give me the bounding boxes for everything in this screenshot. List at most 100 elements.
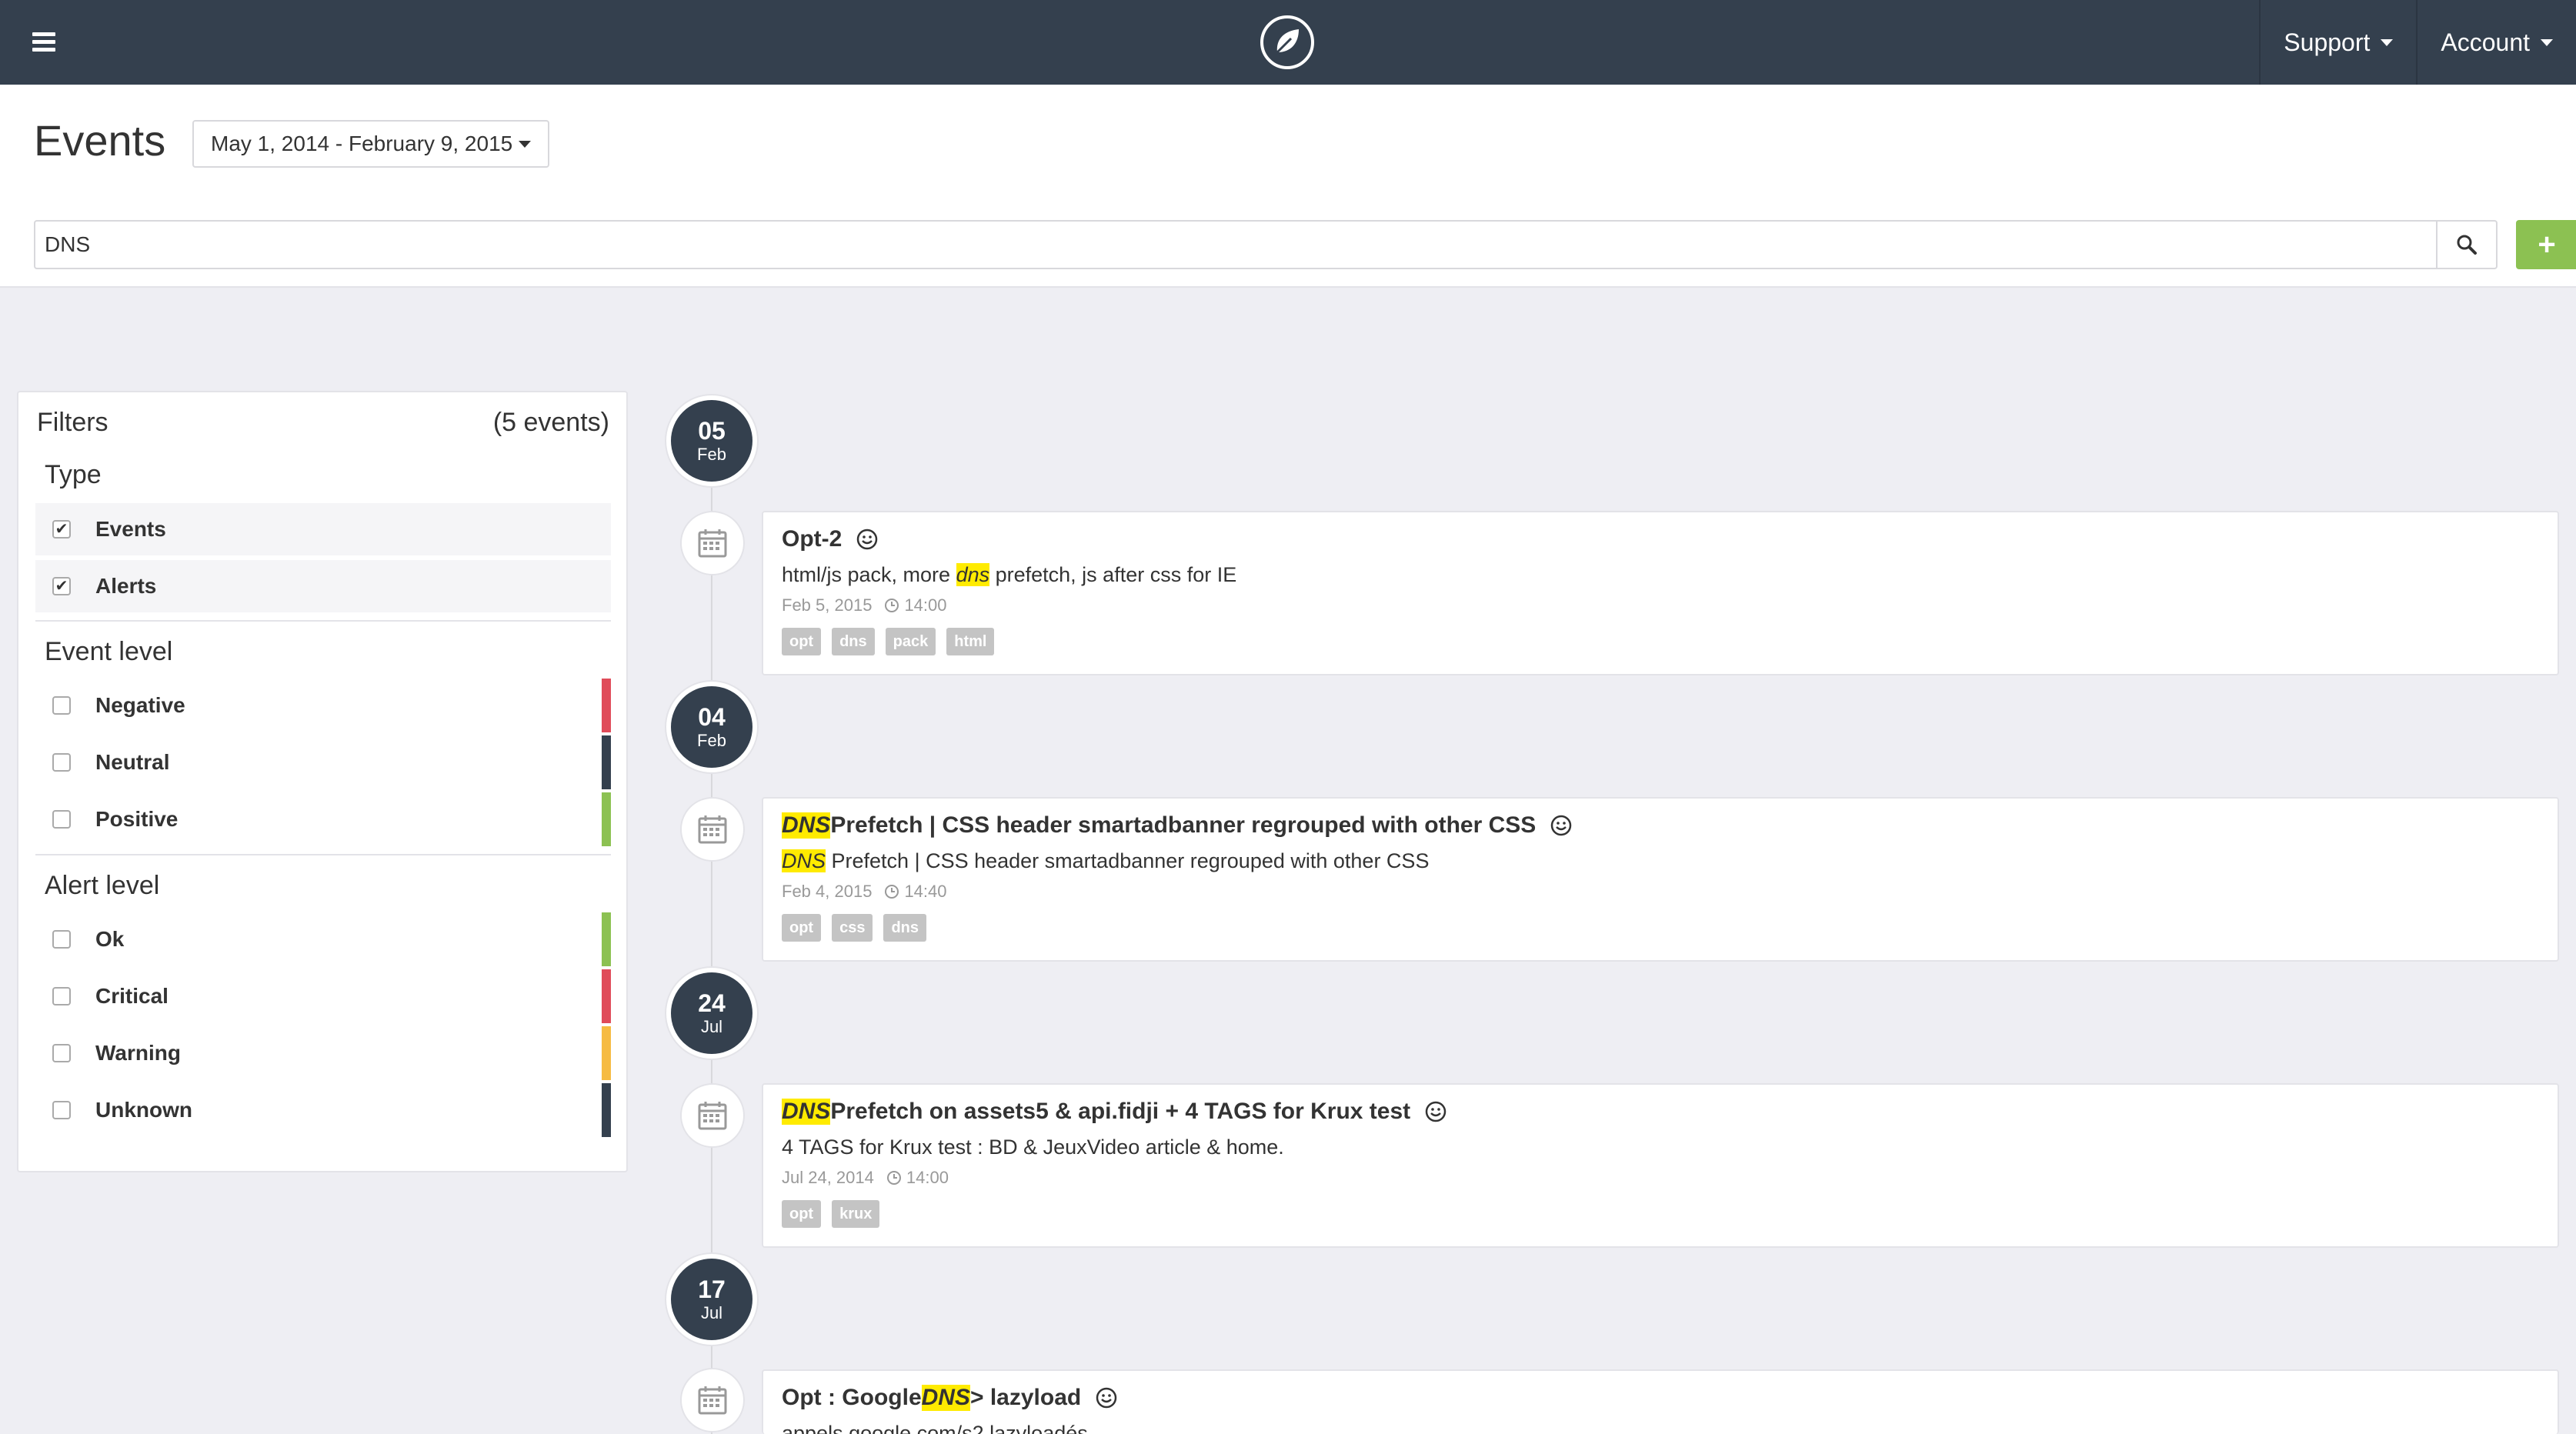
type-section-title: Type bbox=[45, 460, 102, 489]
account-menu[interactable]: Account bbox=[2416, 0, 2576, 85]
chevron-down-icon bbox=[2541, 38, 2553, 46]
date-range-label: May 1, 2014 - February 9, 2015 bbox=[211, 132, 513, 155]
tag[interactable]: css bbox=[832, 914, 873, 942]
title-text: Opt : Google bbox=[782, 1385, 922, 1410]
page-header: Events May 1, 2014 - February 9, 2015 + bbox=[0, 85, 2576, 288]
unknown-checkbox[interactable] bbox=[52, 1101, 71, 1119]
event-date: Jul 24, 2014 bbox=[782, 1168, 874, 1187]
events-checkbox[interactable]: ✔ bbox=[52, 520, 71, 539]
ok-checkbox[interactable] bbox=[52, 930, 71, 949]
level-color-bar bbox=[602, 735, 611, 789]
negative-checkbox[interactable] bbox=[52, 696, 71, 715]
event-title[interactable]: DNS Prefetch | CSS header smartadbanner … bbox=[782, 812, 1573, 839]
event-meta: Jul 24, 2014 14:00 bbox=[782, 1168, 949, 1188]
tag[interactable]: dns bbox=[832, 628, 875, 655]
filter-event-negative[interactable]: Negative bbox=[35, 679, 611, 732]
page-title: Events bbox=[34, 116, 166, 165]
event-card[interactable]: Opt-2 html/js pack, more dns prefetch, j… bbox=[762, 511, 2559, 675]
support-menu[interactable]: Support bbox=[2259, 0, 2416, 85]
filter-alert-ok[interactable]: Ok bbox=[35, 912, 611, 966]
alert-level-section-title: Alert level bbox=[45, 871, 160, 900]
date-month: Feb bbox=[697, 445, 726, 464]
date-day: 05 bbox=[698, 417, 726, 445]
filter-label: Positive bbox=[95, 807, 179, 831]
event-date: Feb 4, 2015 bbox=[782, 882, 873, 901]
tag[interactable]: krux bbox=[832, 1200, 880, 1228]
tag[interactable]: pack bbox=[885, 628, 936, 655]
smile-icon bbox=[1551, 815, 1572, 836]
date-day: 04 bbox=[698, 703, 726, 731]
calendar-icon bbox=[680, 1083, 745, 1148]
level-color-bar bbox=[602, 1083, 611, 1137]
tag[interactable]: dns bbox=[883, 914, 927, 942]
title-text: Prefetch on assets5 & api.fidji + 4 TAGS… bbox=[830, 1099, 1411, 1124]
calendar-icon bbox=[680, 1368, 745, 1432]
tag[interactable]: html bbox=[946, 628, 995, 655]
alerts-checkbox[interactable]: ✔ bbox=[52, 577, 71, 595]
warning-checkbox[interactable] bbox=[52, 1044, 71, 1062]
divider bbox=[35, 854, 611, 855]
chevron-down-icon bbox=[2381, 38, 2394, 46]
event-title[interactable]: DNS Prefetch on assets5 & api.fidji + 4 … bbox=[782, 1099, 1447, 1125]
smile-icon bbox=[857, 529, 878, 550]
date-badge: 04 Feb bbox=[665, 680, 759, 774]
calendar-icon bbox=[680, 511, 745, 575]
event-title[interactable]: Opt-2 bbox=[782, 526, 879, 552]
search-button[interactable] bbox=[2436, 220, 2498, 269]
level-color-bar bbox=[602, 1026, 611, 1080]
title-highlight: DNS bbox=[782, 1099, 831, 1125]
date-badge: 05 Feb bbox=[665, 394, 759, 488]
clock-icon bbox=[885, 599, 899, 612]
filter-event-positive[interactable]: Positive bbox=[35, 792, 611, 846]
event-title[interactable]: Opt : Google DNS > lazyload bbox=[782, 1385, 1118, 1411]
hamburger-icon[interactable] bbox=[32, 32, 55, 52]
add-event-button[interactable]: + bbox=[2516, 220, 2576, 269]
date-badge: 17 Jul bbox=[665, 1252, 759, 1346]
neutral-checkbox[interactable] bbox=[52, 753, 71, 772]
filter-label: Ok bbox=[95, 927, 125, 951]
event-description: DNS Prefetch | CSS header smartadbanner … bbox=[782, 849, 1429, 873]
filter-alert-warning[interactable]: Warning bbox=[35, 1026, 611, 1080]
positive-checkbox[interactable] bbox=[52, 810, 71, 829]
desc-text: prefetch, js after css for IE bbox=[989, 563, 1237, 586]
event-date: Feb 5, 2015 bbox=[782, 595, 873, 615]
filter-type-alerts[interactable]: ✔ Alerts bbox=[35, 560, 611, 612]
search-icon bbox=[2457, 235, 2477, 255]
filter-event-neutral[interactable]: Neutral bbox=[35, 735, 611, 789]
filter-label: Warning bbox=[95, 1041, 181, 1065]
filter-type-events[interactable]: ✔ Events bbox=[35, 503, 611, 555]
leaf-logo-icon[interactable] bbox=[1259, 14, 1316, 71]
event-description: 4 TAGS for Krux test : BD & JeuxVideo ar… bbox=[782, 1136, 1284, 1159]
level-color-bar bbox=[602, 969, 611, 1023]
tag[interactable]: opt bbox=[782, 914, 822, 942]
event-card[interactable]: Opt : Google DNS > lazyload appels googl… bbox=[762, 1369, 2559, 1434]
date-day: 24 bbox=[698, 989, 726, 1017]
tag[interactable]: opt bbox=[782, 1200, 822, 1228]
level-color-bar bbox=[602, 912, 611, 966]
event-card[interactable]: DNS Prefetch | CSS header smartadbanner … bbox=[762, 797, 2559, 962]
event-meta: Feb 5, 2015 14:00 bbox=[782, 595, 947, 615]
title-text: Prefetch | CSS header smartadbanner regr… bbox=[830, 812, 1537, 838]
event-level-section-title: Event level bbox=[45, 637, 173, 666]
filter-label: Neutral bbox=[95, 750, 170, 774]
event-meta: Feb 4, 2015 14:40 bbox=[782, 882, 947, 902]
desc-text: 4 TAGS for Krux test : BD & JeuxVideo ar… bbox=[782, 1136, 1284, 1159]
filter-alert-critical[interactable]: Critical bbox=[35, 969, 611, 1023]
event-tags: opt krux bbox=[782, 1200, 890, 1228]
support-label: Support bbox=[2284, 28, 2371, 56]
date-badge: 24 Jul bbox=[665, 966, 759, 1060]
date-range-picker[interactable]: May 1, 2014 - February 9, 2015 bbox=[192, 120, 550, 168]
events-count: (5 events) bbox=[492, 408, 609, 437]
desc-highlight: DNS bbox=[782, 849, 826, 872]
filter-alert-unknown[interactable]: Unknown bbox=[35, 1083, 611, 1137]
critical-checkbox[interactable] bbox=[52, 987, 71, 1005]
date-month: Jul bbox=[700, 1017, 723, 1036]
search-input[interactable] bbox=[34, 220, 2436, 269]
desc-text: html/js pack, more bbox=[782, 563, 956, 586]
filters-title: Filters bbox=[37, 408, 108, 437]
event-card[interactable]: DNS Prefetch on assets5 & api.fidji + 4 … bbox=[762, 1083, 2559, 1248]
tag[interactable]: opt bbox=[782, 628, 822, 655]
filter-label: Critical bbox=[95, 984, 169, 1008]
filters-panel: Filters (5 events) Type ✔ Events ✔ Alert… bbox=[17, 391, 628, 1172]
desc-text: Prefetch | CSS header smartadbanner regr… bbox=[826, 849, 1430, 872]
